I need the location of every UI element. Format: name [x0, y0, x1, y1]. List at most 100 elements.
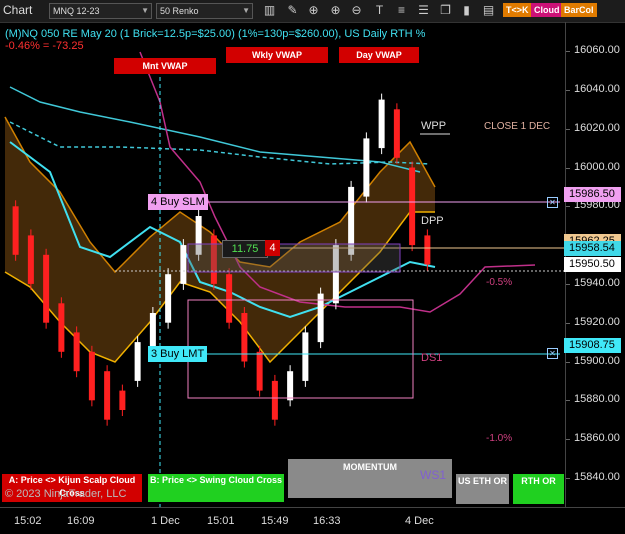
renko-brick: [226, 274, 233, 323]
renko-brick: [424, 235, 431, 265]
rth-or-panel: RTH OR: [513, 474, 564, 504]
renko-brick: [393, 109, 400, 158]
wpp-label: WPP: [421, 120, 447, 132]
weekly-vwap-label: Wkly VWAP: [226, 47, 328, 63]
price-label: 15958.54: [564, 240, 621, 256]
price-tick: 15880.00: [574, 393, 620, 406]
price-tick: 16040.00: [574, 82, 620, 95]
price-axis[interactable]: 16060.00 16040.00 16020.00 16000.00 15980.00…: [564, 22, 625, 507]
renko-brick: [88, 351, 95, 401]
swing-cross-panel: B: Price <> Swing Cloud Cross: [148, 474, 284, 502]
time-tick: 16:33: [313, 515, 341, 527]
renko-brick: [363, 138, 370, 197]
price-tick: 16020.00: [574, 121, 620, 134]
monthly-vwap-label: Mnt VWAP: [114, 58, 216, 74]
buy-slm-order[interactable]: 4 Buy SLM: [148, 194, 208, 210]
renko-brick: [287, 371, 294, 401]
position-quantity[interactable]: 4: [265, 240, 280, 256]
ws1-label: WS1: [420, 468, 447, 482]
time-tick: 15:02: [14, 515, 42, 527]
price-tick: 15840.00: [574, 470, 620, 483]
price-tick: 16060.00: [574, 44, 620, 57]
time-axis[interactable]: 15:02 16:09 1 Dec 15:01 15:49 16:33 4 De…: [0, 507, 625, 534]
buy-lmt-order[interactable]: 3 Buy LMT: [148, 346, 208, 362]
window-title: Chart: [3, 3, 33, 17]
renko-brick: [271, 380, 278, 420]
price-tick: 15860.00: [574, 432, 620, 445]
us-eth-or-panel: US ETH OR: [456, 474, 509, 504]
copy-icon[interactable]: ❐: [438, 3, 453, 18]
price-tick: 15940.00: [574, 276, 620, 289]
pct-10-label: -1.0%: [486, 433, 513, 444]
daily-change: -0.46% = -73.25: [5, 40, 84, 52]
renko-brick: [317, 293, 324, 343]
pct-05-label: -0.5%: [486, 277, 513, 288]
renko-brick: [180, 245, 187, 284]
time-tick: 15:01: [207, 515, 235, 527]
ds1-label: DS1: [421, 352, 443, 364]
draw-pen-icon[interactable]: ✎: [285, 3, 300, 18]
chart-toolbar: Chart MNQ 12-23 ▼ 50 Renko ▼ ▥ ✎ ⊕ ⊕ ⊖ T…: [0, 0, 625, 23]
price-chart-svg: [4, 51, 565, 507]
price-tick-mark: [566, 206, 570, 208]
renko-brick: [43, 254, 50, 323]
position-pnl: 11.75: [222, 240, 268, 258]
price-label: 15950.50: [564, 256, 621, 272]
price-label: 15986.50: [564, 186, 621, 202]
price-tick-mark: [566, 283, 570, 285]
time-tick: 15:49: [261, 515, 289, 527]
price-chart-area[interactable]: (M)NQ 050 RE May 20 (1 Brick=12.5p=$25.0…: [0, 22, 565, 507]
bars-icon[interactable]: ▮: [459, 3, 474, 18]
cloud-button[interactable]: Cloud: [531, 3, 563, 17]
price-label: 15908.75: [564, 337, 621, 353]
renko-brick: [73, 332, 80, 372]
lines-icon[interactable]: ☰: [416, 3, 431, 18]
renko-brick: [58, 303, 65, 352]
renko-brick: [256, 351, 263, 391]
position-box: [187, 243, 401, 273]
renko-brick: [27, 235, 34, 284]
instrument-selector[interactable]: MNQ 12-23 ▼: [49, 3, 152, 19]
renko-brick: [165, 274, 172, 323]
price-tick-mark: [566, 477, 570, 479]
bar-type-selector[interactable]: 50 Renko ▼: [156, 3, 253, 19]
price-tick-mark: [566, 167, 570, 169]
price-tick-mark: [566, 128, 570, 130]
close-order-icon[interactable]: ✕: [547, 348, 558, 359]
crosshair-icon[interactable]: ⊕: [306, 3, 321, 18]
barcol-button[interactable]: BarCol: [561, 3, 597, 17]
time-tick: 16:09: [67, 515, 95, 527]
price-tick: 15900.00: [574, 354, 620, 367]
instrument-value: MNQ 12-23: [53, 6, 100, 16]
instrument-info: (M)NQ 050 RE May 20 (1 Brick=12.5p=$25.0…: [5, 28, 426, 40]
price-tick-mark: [566, 89, 570, 91]
renko-brick: [134, 342, 141, 381]
price-tick-mark: [566, 361, 570, 363]
monthly-vwap-line: [9, 86, 421, 173]
price-tick-mark: [566, 400, 570, 402]
zoom-out-icon[interactable]: ⊖: [349, 3, 364, 18]
swing-cloud: [5, 117, 435, 362]
renko-brick: [378, 99, 385, 149]
zoom-in-icon[interactable]: ⊕: [328, 3, 343, 18]
list-icon[interactable]: ▤: [481, 3, 496, 18]
chevron-down-icon: ▼: [242, 6, 250, 15]
text-icon[interactable]: T: [372, 3, 387, 18]
bar-type-value: 50 Renko: [160, 6, 199, 16]
daily-vwap-label: Day VWAP: [339, 47, 419, 63]
renko-brick: [119, 390, 126, 410]
price-tick-mark: [566, 51, 570, 53]
price-tick-mark: [566, 439, 570, 441]
price-tick-mark: [566, 322, 570, 324]
close-order-icon[interactable]: ✕: [547, 197, 558, 208]
renko-brick: [104, 371, 111, 420]
price-tick: 16000.00: [574, 160, 620, 173]
time-tick: 4 Dec: [405, 515, 434, 527]
bar-style-icon[interactable]: ▥: [262, 3, 277, 18]
tk-button[interactable]: T<>K: [503, 3, 532, 17]
price-tick: 15920.00: [574, 315, 620, 328]
renko-brick: [302, 332, 309, 381]
renko-brick: [409, 167, 416, 246]
stack-icon[interactable]: ≡: [394, 3, 409, 18]
close-label: CLOSE 1 DEC: [484, 121, 551, 132]
